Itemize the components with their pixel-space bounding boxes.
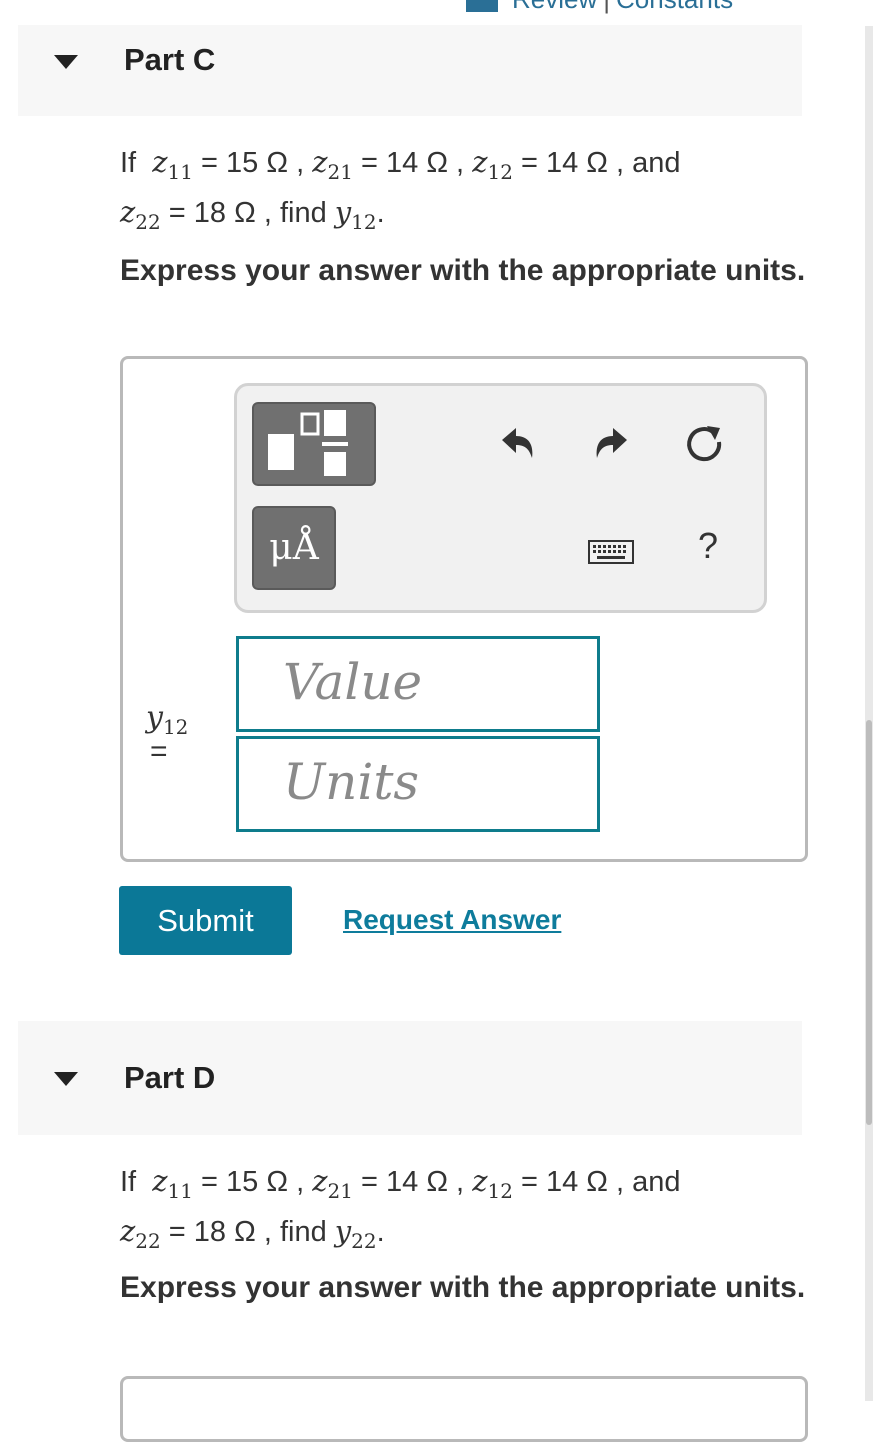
value-input[interactable]: Value [236,636,600,732]
units-icon: μÅ [269,527,319,568]
units-button[interactable]: μÅ [252,506,336,590]
units-input[interactable]: Units [236,736,600,832]
redo-icon [596,428,627,458]
collapse-triangle-icon[interactable] [54,55,78,69]
part-d-title: Part D [124,1060,216,1095]
part-d-problem: If z11 = 15 Ω , z21 = 14 Ω , z12 = 14 Ω … [120,1164,681,1253]
book-icon [466,0,498,13]
scrollbar-thumb[interactable] [866,720,872,1125]
keyboard-button[interactable] [587,534,635,564]
keyboard-icon [588,540,634,564]
units-placeholder: Units [283,753,420,811]
constants-link[interactable]: Constants [616,0,733,14]
value-placeholder: Value [283,653,423,711]
undo-icon [502,428,533,458]
request-answer-link[interactable]: Request Answer [343,904,561,936]
review-link[interactable]: Review [512,0,597,14]
part-c-instruction: Express your answer with the appropriate… [120,254,806,287]
help-button[interactable]: ? [690,524,726,568]
templates-button[interactable] [252,402,376,486]
answer-box-part-d [120,1376,808,1442]
part-c-title: Part C [124,42,216,77]
part-d-instruction: Express your answer with the appropriate… [120,1271,806,1304]
collapse-triangle-icon[interactable] [54,1072,78,1086]
header-separator: | [603,0,610,14]
part-c-problem: If z11 = 15 Ω , z21 = 14 Ω , z12 = 14 Ω … [120,145,681,234]
templates-icon [268,410,348,476]
undo-button[interactable] [494,418,544,468]
header-links: Review | Constants [466,0,733,15]
reset-icon [687,426,722,462]
scrollbar-track[interactable] [865,26,873,1401]
help-icon: ? [697,525,719,566]
answer-equals: = [150,735,168,768]
submit-button[interactable]: Submit [119,886,292,955]
answer-variable-label: y12 [146,700,189,739]
reset-button[interactable] [680,418,730,468]
redo-button[interactable] [585,418,635,468]
